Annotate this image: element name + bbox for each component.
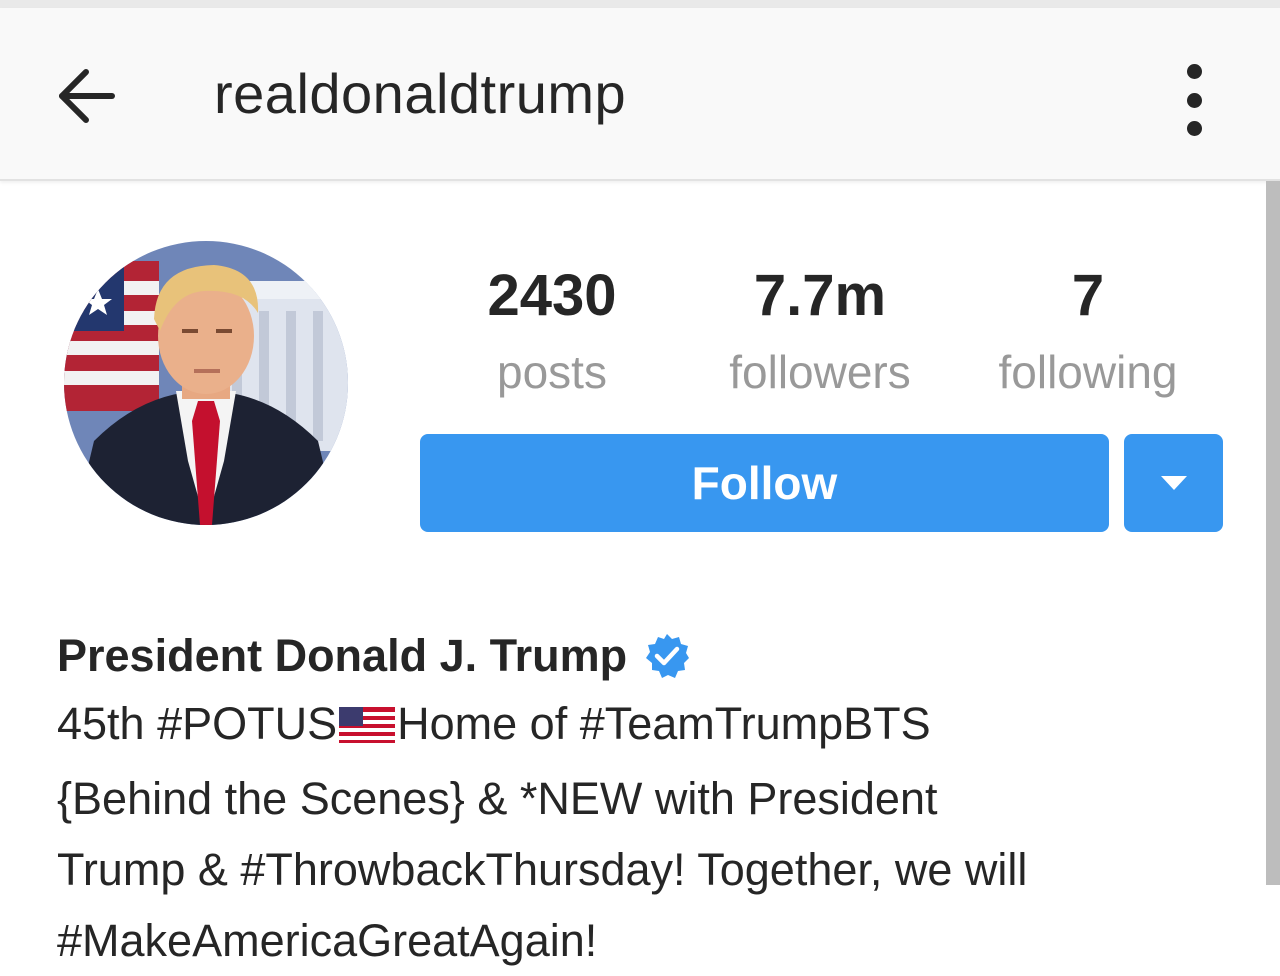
bio-text: 45th #POTUS (57, 698, 338, 749)
top-app-bar: realdonaldtrump (0, 8, 1280, 181)
avatar[interactable] (64, 241, 348, 525)
bio-line-3: Trump & #ThrowbackThursday! Together, we… (57, 844, 1028, 895)
us-flag-icon (339, 692, 396, 763)
caret-down-icon (1160, 476, 1187, 490)
posts-count: 2430 (487, 263, 617, 328)
profile-name: President Donald J. Trump (57, 630, 628, 681)
followers-count: 7.7m (753, 263, 887, 328)
verified-badge-icon (643, 632, 691, 680)
bio-line-1: 45th #POTUS Home of #TeamTrumpBTS (57, 688, 1247, 763)
followers-label: followers (729, 346, 911, 398)
profile-name-row: President Donald J. Trump (57, 626, 691, 686)
status-strip (0, 0, 1280, 8)
back-button[interactable] (50, 60, 122, 132)
scrollbar[interactable] (1266, 181, 1280, 885)
bio-text: Home of #TeamTrumpBTS (397, 698, 931, 749)
follow-button[interactable]: Follow (420, 434, 1109, 532)
page-title: realdonaldtrump (214, 62, 627, 125)
stat-following[interactable]: 7 following (968, 262, 1208, 402)
posts-label: posts (497, 346, 607, 398)
following-label: following (998, 346, 1178, 398)
stat-followers[interactable]: 7.7m followers (700, 262, 940, 402)
more-options-button[interactable] (1164, 64, 1224, 136)
stat-posts[interactable]: 2430 posts (432, 262, 672, 402)
arrow-left-icon (59, 69, 115, 123)
more-vertical-icon (1186, 64, 1202, 79)
following-count: 7 (1071, 263, 1105, 328)
suggestions-dropdown-button[interactable] (1124, 434, 1223, 532)
bio-line-4: #MakeAmericaGreatAgain! (57, 915, 598, 966)
bio-line-2: {Behind the Scenes} & *NEW with Presiden… (57, 773, 938, 824)
profile-bio: 45th #POTUS Home of #TeamTrumpBTS {Behin… (57, 688, 1247, 976)
